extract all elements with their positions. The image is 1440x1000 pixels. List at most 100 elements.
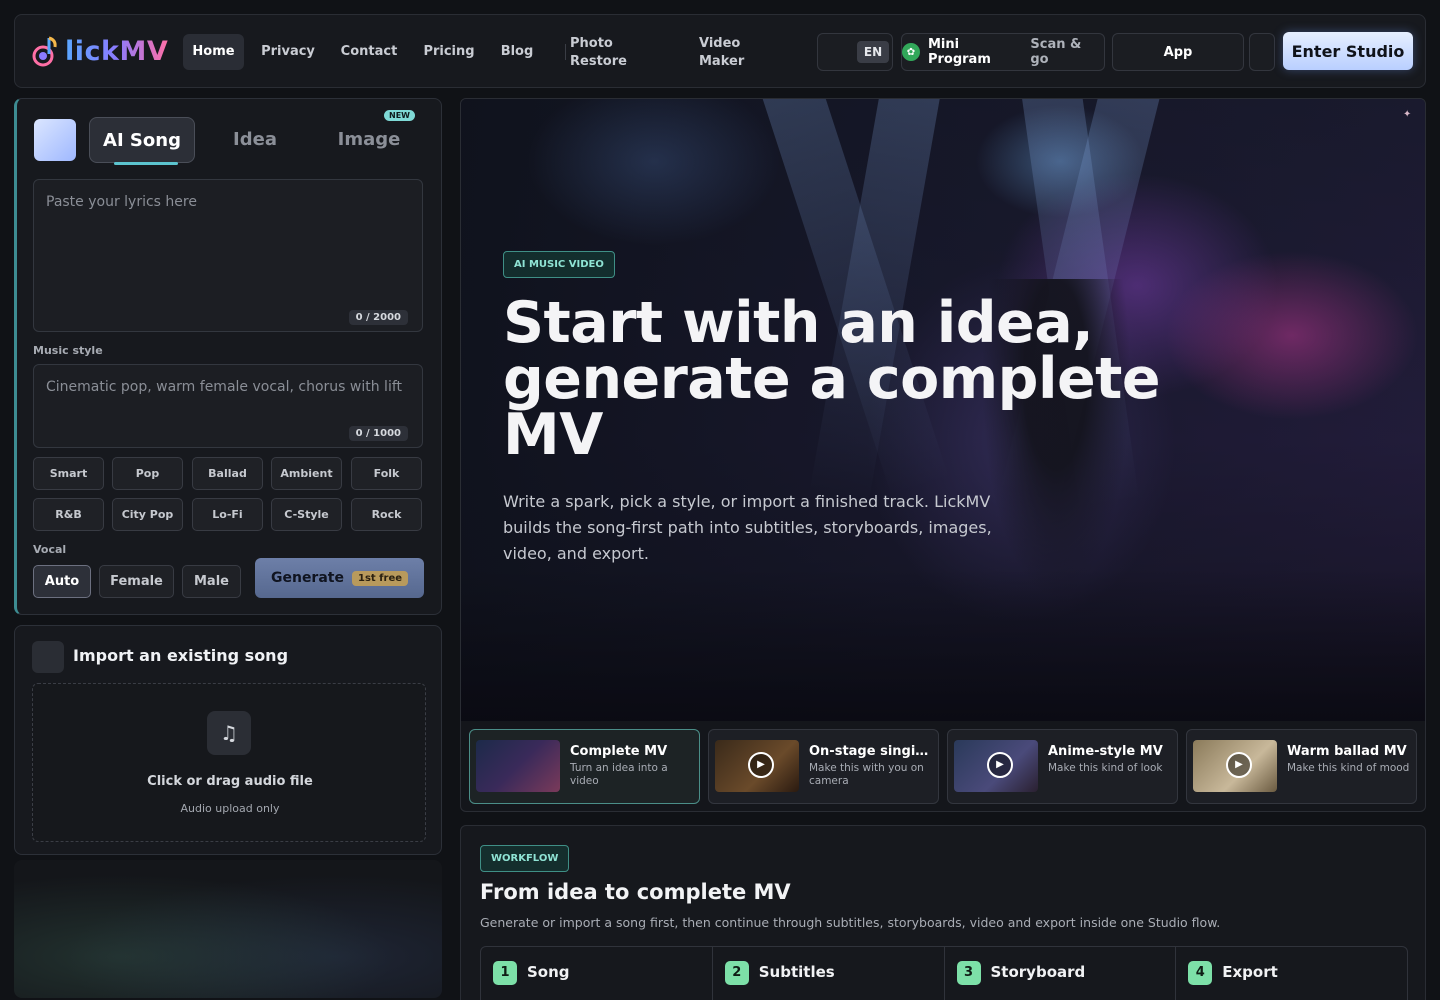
active-tab-indicator — [114, 162, 178, 165]
generate-button[interactable]: Generate 1st free — [255, 558, 424, 598]
nav-privacy[interactable]: Privacy — [255, 34, 321, 70]
nav-video-maker[interactable]: Video Maker — [699, 34, 779, 70]
lyrics-placeholder: Paste your lyrics here — [46, 194, 197, 210]
style-chip-ambient[interactable]: Ambient — [271, 457, 342, 490]
hero-description: Write a spark, pick a style, or import a… — [503, 492, 992, 563]
workflow-title: From idea to complete MV — [480, 880, 791, 904]
language-button[interactable]: EN — [817, 33, 893, 71]
card-thumbnail: ▶ — [1193, 740, 1277, 792]
mini-program-icon: ✿ — [902, 43, 920, 61]
card-subtitle: Make this kind of look — [1048, 762, 1163, 774]
music-note-icon: ♫ — [207, 711, 251, 755]
vocal-auto[interactable]: Auto — [33, 565, 91, 598]
free-badge: 1st free — [351, 570, 409, 586]
app-button[interactable]: App — [1112, 33, 1244, 71]
card-subtitle: Turn an idea into a video — [570, 762, 668, 787]
example-card-warm-ballad[interactable]: ▶ Warm ballad MV Make this kind of mood — [1186, 729, 1417, 804]
vocal-label: Vocal — [33, 543, 67, 556]
nav-blog[interactable]: Blog — [495, 34, 539, 70]
lyrics-input[interactable]: Paste your lyrics here 0 / 2000 — [33, 179, 423, 332]
card-subtitle: Make this kind of mood — [1287, 762, 1410, 774]
step-number: 4 — [1188, 961, 1213, 985]
logo-text: lickMV — [65, 35, 169, 67]
generate-label: Generate — [270, 570, 344, 586]
nav-pricing[interactable]: Pricing — [417, 34, 481, 70]
music-style-placeholder: Cinematic pop, warm female vocal, chorus… — [46, 379, 403, 395]
card-title: Anime-style MV — [1048, 744, 1163, 759]
step-number: 1 — [493, 961, 517, 985]
language-label: EN — [856, 41, 890, 63]
music-style-label: Music style — [33, 344, 103, 357]
workflow-subtitle: Generate or import a song first, then co… — [480, 915, 1221, 930]
card-subtitle: Make this with you on camera — [809, 762, 924, 787]
drop-title: Click or drag audio file — [147, 774, 313, 789]
mini-program-label: Mini Program — [927, 37, 991, 67]
theme-toggle-button[interactable] — [1249, 33, 1275, 71]
nav-photo-restore-line2: Restore — [570, 54, 627, 69]
lyrics-counter: 0 / 2000 — [348, 310, 408, 325]
audio-dropzone[interactable]: ♫ Click or drag audio file Audio upload … — [32, 683, 426, 842]
style-chip-rnb[interactable]: R&B — [33, 498, 104, 531]
vocal-female[interactable]: Female — [99, 565, 174, 598]
card-thumbnail: ▶ — [715, 740, 799, 792]
step-name: Subtitles — [758, 963, 835, 981]
style-chip-c-style[interactable]: C-Style — [271, 498, 342, 531]
style-chip-folk[interactable]: Folk — [351, 457, 422, 490]
style-chip-smart[interactable]: Smart — [33, 457, 104, 490]
music-style-counter: 0 / 1000 — [348, 426, 408, 441]
style-chip-lofi[interactable]: Lo-Fi — [192, 498, 263, 531]
enter-studio-button[interactable]: Enter Studio — [1283, 32, 1413, 70]
hero-badge: AI MUSIC VIDEO — [503, 251, 615, 278]
hero-section: ✦ AI MUSIC VIDEO Start with an idea, gen… — [460, 98, 1426, 812]
tab-ai-song[interactable]: AI Song — [89, 117, 195, 163]
mini-program-sub: Scan & go — [1030, 37, 1082, 67]
nav-photo-restore-line1: Photo — [570, 36, 613, 51]
crowd-shadow — [461, 569, 1425, 721]
example-card-complete-mv[interactable]: Complete MV Turn an idea into a video — [469, 729, 700, 804]
logo[interactable]: lickMV — [31, 33, 168, 69]
card-title: Complete MV — [570, 744, 668, 759]
import-title: Import an existing song — [73, 646, 289, 665]
nav-home[interactable]: Home — [183, 34, 244, 70]
vocal-male[interactable]: Male — [182, 565, 241, 598]
step-song[interactable]: 1 Song — [481, 947, 713, 1000]
example-card-on-stage[interactable]: ▶ On-stage singing... Make this with you… — [708, 729, 939, 804]
step-name: Export — [1222, 963, 1278, 981]
nav-contact[interactable]: Contact — [335, 34, 403, 70]
workflow-steps: 1 Song 2 Subtitles 3 Storyboard 4 Export — [480, 946, 1408, 1000]
card-thumbnail — [476, 740, 560, 792]
step-subtitles[interactable]: 2 Subtitles — [713, 947, 945, 1000]
step-export[interactable]: 4 Export — [1176, 947, 1407, 1000]
nav-video-maker-line2: Maker — [699, 54, 745, 69]
nav-photo-restore[interactable]: Photo Restore — [570, 34, 650, 70]
avatar[interactable] — [34, 119, 76, 161]
sparkle-icon: ✦ — [1403, 109, 1412, 120]
example-card-anime[interactable]: ▶ Anime-style MV Make this kind of look — [947, 729, 1178, 804]
play-icon[interactable]: ▶ — [987, 752, 1013, 778]
music-style-input[interactable]: Cinematic pop, warm female vocal, chorus… — [33, 364, 423, 448]
import-toggle-icon[interactable] — [32, 641, 64, 673]
workflow-badge: WORKFLOW — [480, 845, 570, 872]
card-thumbnail: ▶ — [954, 740, 1038, 792]
step-number: 2 — [724, 961, 749, 985]
hero-title: Start with an idea, generate a complete … — [503, 290, 1161, 468]
style-chip-pop[interactable]: Pop — [112, 457, 183, 490]
step-storyboard[interactable]: 3 Storyboard — [945, 947, 1177, 1000]
card-title: Warm ballad MV — [1287, 744, 1407, 759]
nav-divider — [565, 44, 566, 60]
style-chip-ballad[interactable]: Ballad — [192, 457, 263, 490]
style-chip-rock[interactable]: Rock — [351, 498, 422, 531]
play-icon[interactable]: ▶ — [748, 752, 774, 778]
card-title: On-stage singing... — [809, 744, 933, 759]
decorative-glow — [14, 860, 442, 998]
mini-program-button[interactable]: ✿ Mini Program Scan & go — [901, 33, 1105, 71]
top-nav: lickMV Home Privacy Contact Pricing Blog… — [14, 14, 1426, 88]
step-number: 3 — [956, 961, 981, 985]
step-name: Storyboard — [990, 963, 1086, 981]
nav-video-maker-line1: Video — [699, 36, 741, 51]
tab-idea[interactable]: Idea — [213, 117, 297, 163]
style-chip-city-pop[interactable]: City Pop — [112, 498, 183, 531]
tab-image[interactable]: Image — [327, 117, 411, 163]
import-panel: Import an existing song ♫ Click or drag … — [14, 625, 442, 855]
play-icon[interactable]: ▶ — [1226, 752, 1252, 778]
